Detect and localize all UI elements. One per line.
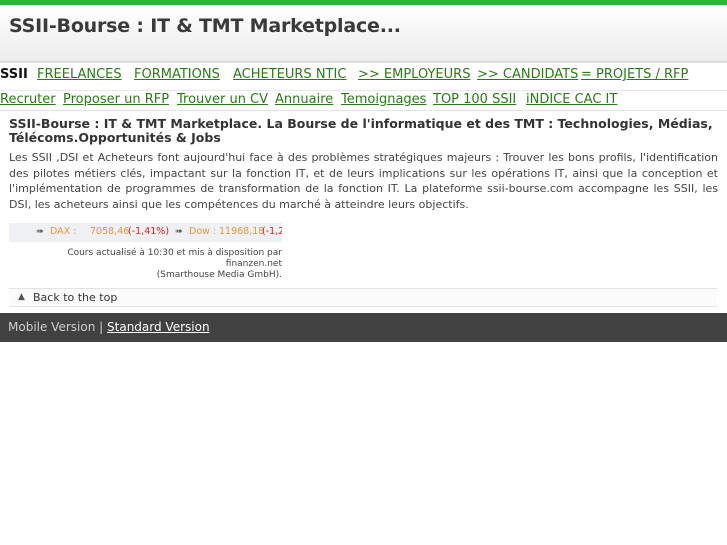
- nav-item-ssii[interactable]: SSII: [0, 67, 28, 82]
- intro-title: SSII-Bourse : IT & TMT Marketplace. La B…: [9, 116, 713, 145]
- mobile-version-label: Mobile Version: [8, 320, 96, 334]
- ticker-change: (-1,29%): [262, 226, 282, 237]
- nav-item-temoignages[interactable]: Temoignages: [341, 92, 426, 107]
- divider: [0, 62, 727, 63]
- nav-item-formations[interactable]: FORMATIONS: [134, 67, 220, 82]
- caret-up-icon: ▲: [18, 292, 25, 302]
- ticker-note-line: Cours actualisé à 10:30 et mis à disposi…: [67, 248, 282, 269]
- footer: Mobile Version | Standard Version: [0, 313, 727, 342]
- back-to-top-link[interactable]: Back to the top: [33, 291, 117, 304]
- nav-item-recruter[interactable]: Recruter: [0, 92, 56, 107]
- divider: [0, 110, 727, 111]
- nav-item-acheteurs-ntic[interactable]: ACHETEURS NTIC: [233, 67, 346, 82]
- nav-item-candidats[interactable]: >> CANDIDATS: [477, 67, 578, 82]
- ticker-value: 11968,18: [219, 226, 265, 237]
- ticker-value: 7058,46: [90, 226, 130, 237]
- back-to-top-bar: ▲ Back to the top: [9, 288, 717, 307]
- standard-version-link[interactable]: Standard Version: [107, 320, 210, 334]
- ticker-name: DAX :: [50, 226, 77, 237]
- arrow-right-icon: ➠: [175, 226, 183, 237]
- intro-text: Les SSII ,DSI et Acheteurs font aujourd'…: [9, 151, 718, 211]
- nav-item-employeurs[interactable]: >> EMPLOYEURS: [358, 67, 470, 82]
- nav-item-freelances[interactable]: FREELANCES: [37, 67, 122, 82]
- arrow-right-icon: ➠: [36, 226, 44, 237]
- nav-item-proposer-rfp[interactable]: Proposer un RFP: [63, 92, 169, 107]
- footer-links: Mobile Version | Standard Version: [8, 320, 210, 334]
- ticker-change: (-1,41%): [128, 226, 170, 237]
- nav-item-trouver-cv[interactable]: Trouver un CV: [177, 92, 268, 107]
- stock-ticker: ➠ DAX : 7058,46 (-1,41%) ➠ Dow : 11968,1…: [9, 223, 282, 242]
- secondary-nav: Recruter Proposer un RFP Trouver un CV A…: [0, 90, 727, 111]
- nav-item-indice-cac-it[interactable]: iNDICE CAC IT: [526, 92, 617, 107]
- intro-section: SSII-Bourse : IT & TMT Marketplace. La B…: [9, 117, 718, 212]
- ticker-note-line: (Smarthouse Media GmbH).: [156, 270, 282, 280]
- ticker-name: Dow :: [189, 226, 217, 237]
- header: SSII-Bourse : IT & TMT Marketplace...: [0, 5, 727, 62]
- ticker-note: Cours actualisé à 10:30 et mis à disposi…: [9, 248, 282, 281]
- nav-item-projets-rfp[interactable]: = PROJETS / RFP: [581, 67, 688, 82]
- footer-separator: |: [99, 320, 104, 334]
- nav-item-annuaire[interactable]: Annuaire: [275, 92, 333, 107]
- nav-item-top-100-ssii[interactable]: TOP 100 SSII: [433, 92, 516, 107]
- site-title: SSII-Bourse : IT & TMT Marketplace...: [9, 15, 401, 37]
- primary-nav: SSII FREELANCES FORMATIONS ACHETEURS NTI…: [0, 66, 727, 86]
